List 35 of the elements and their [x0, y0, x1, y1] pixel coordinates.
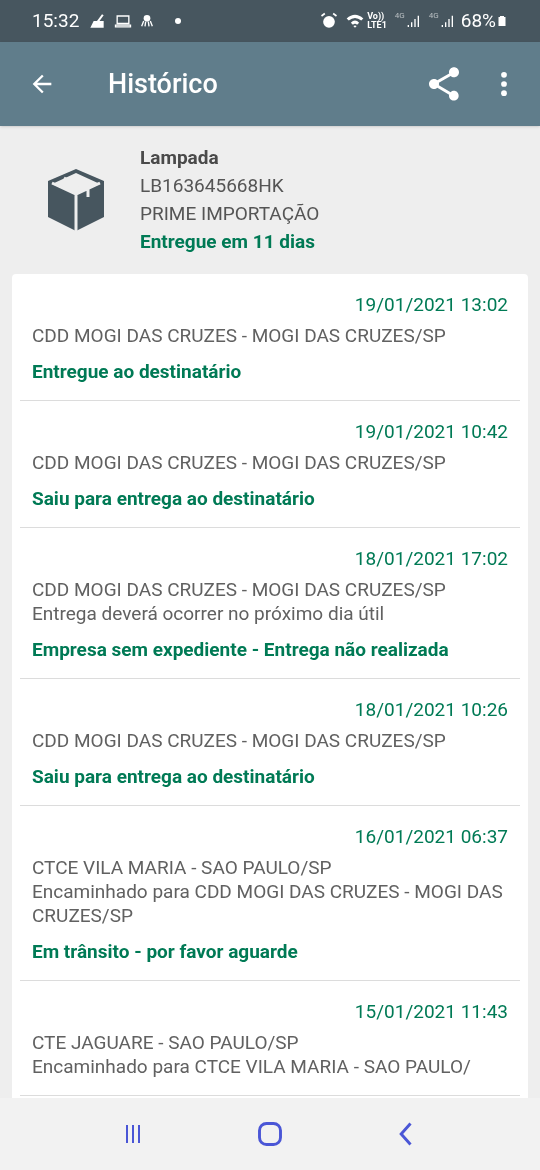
more-vertical-icon — [501, 72, 507, 96]
event-datetime: 18/01/2021 10:26 — [354, 697, 508, 723]
volte-label: Vo)) — [367, 12, 386, 21]
screen-title: Histórico — [108, 66, 219, 102]
package-box-icon — [46, 167, 106, 233]
event-location: CTE JAGUARE - SAO PAULO/SP — [32, 1031, 300, 1055]
event-location: CDD MOGI DAS CRUZES - MOGI DAS CRUZES/SP — [32, 451, 447, 475]
event-location: Encaminhado para CTCE VILA MARIA - SAO PAULO/ — [32, 1055, 472, 1079]
alarm-icon — [319, 11, 340, 31]
tracking-code: LB163645668HK — [140, 173, 285, 199]
event-status: Saiu para entrega ao destinatário — [32, 487, 316, 511]
sender-name: PRIME IMPORTAÇÃO — [140, 201, 320, 227]
event-location: CTCE VILA MARIA - SAO PAULO/SP — [32, 856, 333, 880]
event-status: Empresa sem expediente - Entrega não realizada — [32, 638, 450, 662]
status-time: 15:32 — [32, 7, 80, 34]
event-status: Saiu para entrega ao destinatário — [32, 765, 316, 789]
package-name: Lampada — [140, 145, 220, 171]
event-datetime: 15/01/2021 11:43 — [354, 999, 508, 1025]
event-datetime: 18/01/2021 17:02 — [354, 546, 508, 572]
battery-percent: 68% — [460, 7, 496, 34]
lte-label: LTE1 — [367, 21, 387, 30]
event-datetime: 16/01/2021 06:37 — [354, 824, 508, 850]
event-location: CDD MOGI DAS CRUZES - MOGI DAS CRUZES/SP — [32, 324, 447, 348]
event-location: Entrega deverá ocorrer no próximo dia útil — [32, 602, 386, 626]
event-datetime: 19/01/2021 13:02 — [354, 292, 508, 318]
event-location: Encaminhado para CDD MOGI DAS CRUZES - MOGI DAS CRUZES/SP — [32, 880, 504, 928]
home-icon — [256, 1120, 284, 1148]
delivery-summary: Entregue em 11 dias — [140, 229, 316, 255]
network-label: 4G — [428, 10, 439, 22]
event-status: Entregue ao destinatário — [32, 360, 243, 384]
network-label: 4G — [394, 10, 405, 22]
event-location: CDD MOGI DAS CRUZES - MOGI DAS CRUZES/SP — [32, 729, 447, 753]
event-datetime: 19/01/2021 10:42 — [354, 419, 508, 445]
event-status: Em trânsito - por favor aguarde — [32, 940, 299, 964]
event-location: CDD MOGI DAS CRUZES - MOGI DAS CRUZES/SP — [32, 578, 447, 602]
